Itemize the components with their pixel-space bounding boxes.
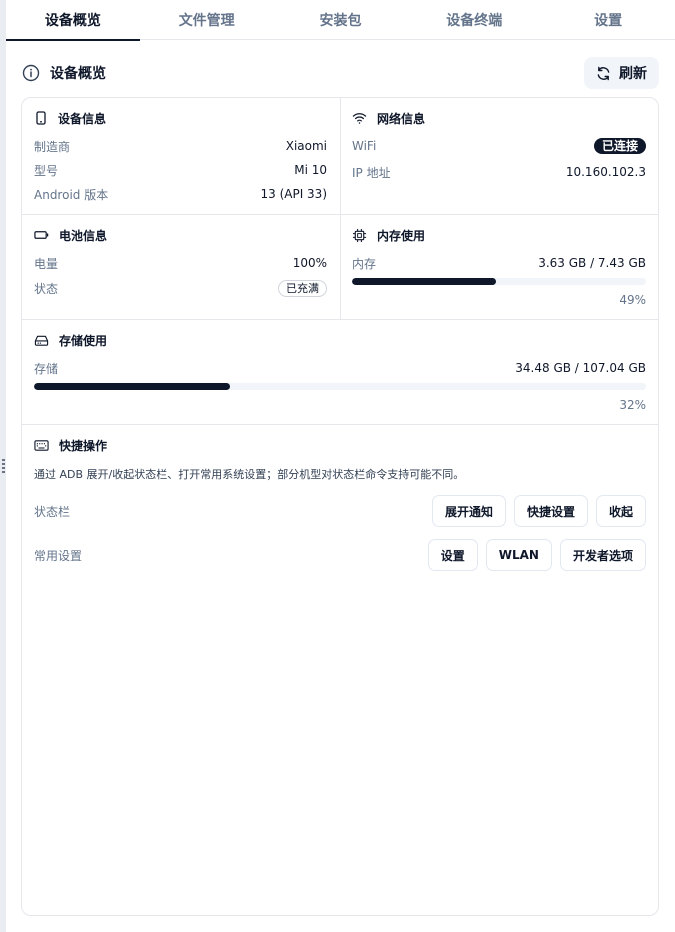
battery-icon xyxy=(34,228,49,242)
refresh-icon xyxy=(596,66,611,81)
open-settings-button[interactable]: 设置 xyxy=(427,539,478,571)
tab-bar: 设备概览 文件管理 安装包 设备终端 设置 xyxy=(6,0,675,41)
expand-notifications-button[interactable]: 展开通知 xyxy=(431,495,506,527)
battery-level-label: 电量 xyxy=(34,256,59,271)
memory-progress-fill xyxy=(352,278,497,285)
battery-info-section: 电池信息 电量 100% 状态 已充满 xyxy=(34,226,327,297)
device-info-title: 设备信息 xyxy=(58,111,107,126)
divider xyxy=(22,424,658,425)
refresh-button[interactable]: 刷新 xyxy=(584,57,659,89)
device-info-section: 设备信息 制造商 Xiaomi 型号 Mi 10 Android 版本 13 (… xyxy=(34,109,327,203)
refresh-label: 刷新 xyxy=(619,66,647,82)
info-row: 状态 已充满 xyxy=(34,279,327,297)
storage-title: 存储使用 xyxy=(59,333,108,348)
ip-value: 10.160.102.3 xyxy=(565,165,646,179)
hard-drive-icon xyxy=(34,333,49,347)
ip-label: IP 地址 xyxy=(352,165,391,180)
storage-progress-bar xyxy=(34,383,646,390)
android-version-label: Android 版本 xyxy=(34,187,109,202)
info-row: IP 地址 10.160.102.3 xyxy=(352,163,646,181)
info-row: 型号 Mi 10 xyxy=(34,161,327,179)
divider xyxy=(340,98,341,320)
info-row: Android 版本 13 (API 33) xyxy=(34,185,327,203)
storage-row: 存储 34.48 GB / 107.04 GB xyxy=(34,359,646,377)
battery-status-label: 状态 xyxy=(34,281,59,296)
network-info-section: 网络信息 WiFi 已连接 IP 地址 10.160.102.3 xyxy=(352,109,646,181)
common-settings-label: 常用设置 xyxy=(34,548,83,563)
wifi-status-badge: 已连接 xyxy=(593,138,646,154)
smartphone-icon xyxy=(34,111,48,125)
app-panel: 设备概览 文件管理 安装包 设备终端 设置 设备概览 刷新 设备信息 制造商 X… xyxy=(6,0,675,932)
battery-level-value: 100% xyxy=(292,256,327,270)
memory-value: 3.63 GB / 7.43 GB xyxy=(538,256,646,270)
info-row: 电量 100% xyxy=(34,254,327,272)
storage-progress-fill xyxy=(34,383,230,390)
network-info-title: 网络信息 xyxy=(377,111,426,126)
memory-label: 内存 xyxy=(352,256,377,271)
tab-device-overview[interactable]: 设备概览 xyxy=(6,0,140,41)
status-bar-label: 状态栏 xyxy=(34,504,71,519)
info-row: 制造商 Xiaomi xyxy=(34,137,327,155)
page-title: 设备概览 xyxy=(50,66,106,82)
quick-settings-button[interactable]: 快捷设置 xyxy=(513,495,588,527)
divider xyxy=(22,214,658,215)
storage-label: 存储 xyxy=(34,361,59,376)
common-settings-row: 常用设置 设置 WLAN 开发者选项 xyxy=(34,539,646,571)
storage-value: 34.48 GB / 107.04 GB xyxy=(515,361,646,375)
memory-section: 内存使用 内存 3.63 GB / 7.43 GB 49% xyxy=(352,226,646,307)
tab-packages[interactable]: 安装包 xyxy=(274,0,408,40)
model-label: 型号 xyxy=(34,163,59,178)
status-bar-row: 状态栏 展开通知 快捷设置 收起 xyxy=(34,495,646,527)
model-value: Mi 10 xyxy=(294,163,327,177)
storage-section: 存储使用 存储 34.48 GB / 107.04 GB 32% xyxy=(34,331,646,412)
memory-percent: 49% xyxy=(619,293,646,307)
memory-row: 内存 3.63 GB / 7.43 GB xyxy=(352,254,646,272)
tab-file-manager[interactable]: 文件管理 xyxy=(140,0,274,40)
manufacturer-label: 制造商 xyxy=(34,139,71,154)
info-icon xyxy=(22,64,40,82)
overview-card: 设备信息 制造商 Xiaomi 型号 Mi 10 Android 版本 13 (… xyxy=(21,97,659,916)
divider xyxy=(22,319,658,320)
developer-options-button[interactable]: 开发者选项 xyxy=(559,539,646,571)
open-wlan-button[interactable]: WLAN xyxy=(485,539,552,571)
storage-percent: 32% xyxy=(619,398,646,412)
keyboard-icon xyxy=(34,439,49,452)
collapse-button[interactable]: 收起 xyxy=(595,495,646,527)
quick-actions-description: 通过 ADB 展开/收起状态栏、打开常用系统设置；部分机型对状态栏命令支持可能不… xyxy=(34,468,465,481)
manufacturer-value: Xiaomi xyxy=(285,139,327,153)
quick-actions-title: 快捷操作 xyxy=(59,438,108,453)
android-version-value: 13 (API 33) xyxy=(260,187,327,201)
battery-info-title: 电池信息 xyxy=(59,228,108,243)
info-row: WiFi 已连接 xyxy=(352,137,646,155)
tab-device-terminal[interactable]: 设备终端 xyxy=(407,0,541,40)
wifi-label: WiFi xyxy=(352,139,377,153)
wifi-icon xyxy=(352,111,367,125)
tab-settings[interactable]: 设置 xyxy=(541,0,675,40)
quick-actions-section: 快捷操作 通过 ADB 展开/收起状态栏、打开常用系统设置；部分机型对状态栏命令… xyxy=(34,436,646,571)
battery-status-badge: 已充满 xyxy=(278,279,327,297)
memory-title: 内存使用 xyxy=(377,228,426,243)
cpu-chip-icon xyxy=(352,228,367,243)
page-header: 设备概览 刷新 xyxy=(22,56,659,90)
memory-progress-bar xyxy=(352,278,646,285)
